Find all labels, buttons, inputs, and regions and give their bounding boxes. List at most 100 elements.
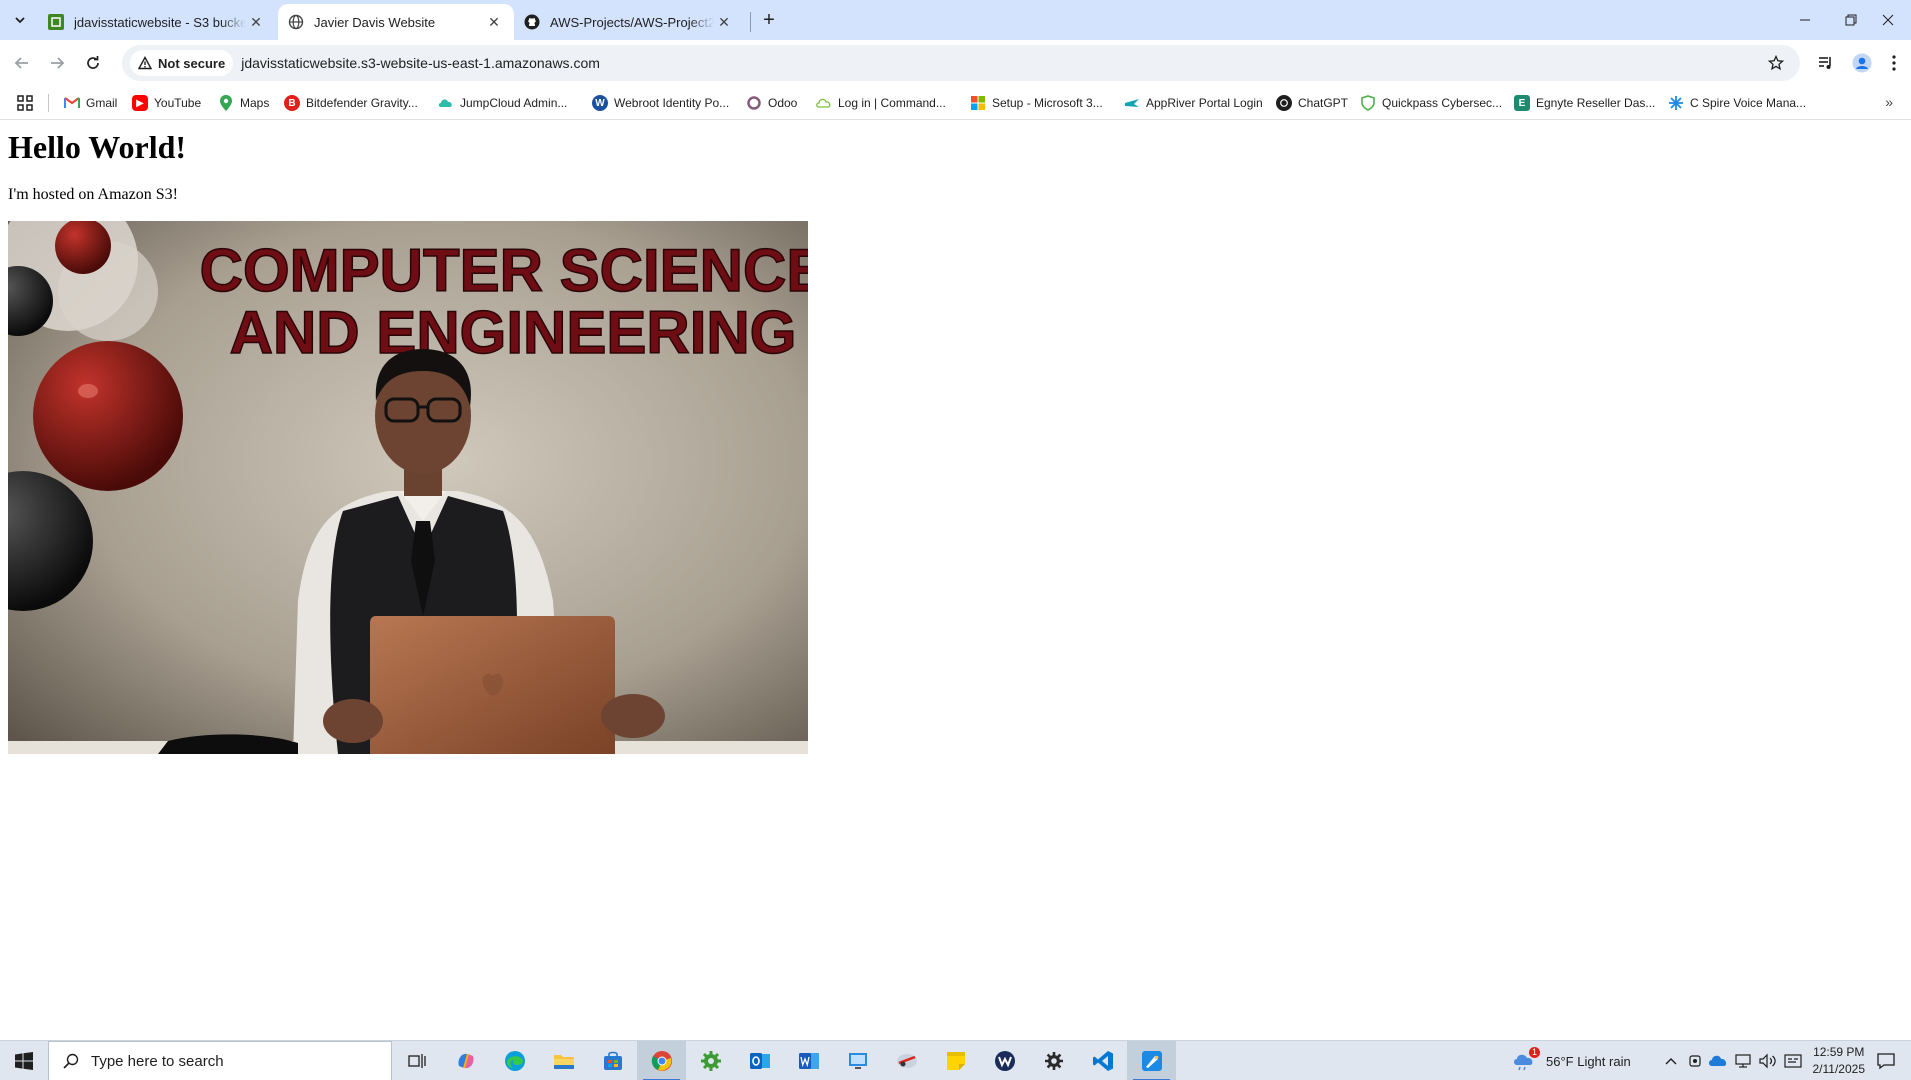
- tab-s3-bucket[interactable]: jdavisstaticwebsite - S3 bucket ✕: [38, 4, 276, 40]
- bookmark-egnyte[interactable]: E Egnyte Reseller Das...: [1514, 92, 1655, 114]
- notification-icon: [1877, 1053, 1895, 1070]
- taskbar-edge[interactable]: [490, 1041, 539, 1080]
- taskbar-remote-desktop[interactable]: [833, 1041, 882, 1080]
- taskbar-settings-gear[interactable]: [686, 1041, 735, 1080]
- meet-now-icon[interactable]: [1688, 1041, 1702, 1080]
- webex-icon: [994, 1051, 1015, 1071]
- security-chip[interactable]: Not secure: [130, 50, 234, 76]
- weather-text: 56°F Light rain: [1546, 1053, 1631, 1069]
- taskbar-snipping-tool[interactable]: [882, 1041, 931, 1080]
- system-clock[interactable]: 12:59 PM 2/11/2025: [1813, 1044, 1866, 1078]
- close-icon[interactable]: ✕: [484, 12, 504, 32]
- taskbar-word[interactable]: [784, 1041, 833, 1080]
- close-icon[interactable]: ✕: [246, 12, 266, 32]
- chrome-menu-button[interactable]: [1884, 49, 1904, 77]
- taskbar-webex[interactable]: [980, 1041, 1029, 1080]
- arrow-right-icon: [51, 57, 65, 69]
- bookmarks-separator: [48, 94, 49, 112]
- snipping-icon: [896, 1054, 917, 1068]
- portrait-photo: COMPUTER SCIENCE AND ENGINEERING: [8, 221, 808, 754]
- cloud-icon: [816, 95, 832, 111]
- playlist-icon: [1819, 57, 1831, 69]
- tab-github-project[interactable]: AWS-Projects/AWS-Project2-St ✕: [514, 4, 744, 40]
- taskbar-copilot[interactable]: [441, 1041, 490, 1080]
- bookmark-quickpass[interactable]: Quickpass Cybersec...: [1360, 92, 1502, 114]
- tab-javier-davis-website[interactable]: Javier Davis Website ✕: [278, 4, 514, 40]
- bookmark-cspire[interactable]: C Spire Voice Mana...: [1668, 92, 1806, 114]
- restore-icon: [1845, 14, 1857, 26]
- reload-icon: [87, 56, 99, 69]
- globe-icon: [288, 14, 304, 30]
- avatar-icon: [1852, 53, 1872, 73]
- bookmark-chatgpt[interactable]: ChatGPT: [1276, 92, 1348, 114]
- jumpcloud-icon: [438, 95, 454, 111]
- bookmark-appriver[interactable]: AppRiver Portal Login: [1124, 92, 1263, 114]
- clock-date: 2/11/2025: [1812, 1062, 1866, 1076]
- bookmark-label: Webroot Identity Po...: [614, 96, 730, 110]
- bookmark-jumpcloud[interactable]: JumpCloud Admin...: [438, 92, 567, 114]
- page-heading: Hello World!: [8, 129, 187, 165]
- chevron-up-icon: [1665, 1058, 1677, 1065]
- aws-s3-icon: [48, 14, 64, 30]
- webroot-icon: W: [592, 95, 608, 111]
- back-button[interactable]: [8, 49, 36, 77]
- chevron-double-right-icon[interactable]: »: [1885, 94, 1893, 110]
- url-text[interactable]: jdavisstaticwebsite.s3-website-us-east-1…: [241, 55, 600, 71]
- input-language-icon[interactable]: [1784, 1041, 1802, 1080]
- start-button[interactable]: [0, 1041, 48, 1080]
- onedrive-icon[interactable]: [1708, 1041, 1728, 1080]
- store-icon: [603, 1051, 622, 1070]
- bookmark-odoo[interactable]: Odoo: [746, 92, 797, 114]
- vscode-icon: [1092, 1051, 1113, 1071]
- taskbar-search-box[interactable]: Type here to search: [48, 1041, 392, 1080]
- taskbar-sticky-notes[interactable]: [931, 1041, 980, 1080]
- bookmark-maps[interactable]: Maps: [218, 92, 269, 114]
- bookmark-webroot[interactable]: W Webroot Identity Po...: [592, 92, 729, 114]
- taskbar-store[interactable]: [588, 1041, 637, 1080]
- apps-grid-icon[interactable]: [16, 94, 34, 112]
- bookmark-label: ChatGPT: [1298, 96, 1349, 110]
- media-controls-button[interactable]: [1812, 49, 1840, 77]
- notification-center-button[interactable]: [1876, 1041, 1896, 1080]
- clock-time: 12:59 PM: [1813, 1045, 1865, 1059]
- minimize-icon: [1800, 19, 1810, 21]
- taskbar-chrome[interactable]: [637, 1041, 686, 1080]
- volume-icon[interactable]: [1758, 1041, 1778, 1080]
- close-icon[interactable]: ✕: [714, 12, 734, 32]
- weather-widget[interactable]: 1 56°F Light rain: [1512, 1041, 1631, 1080]
- bookmark-gmail[interactable]: Gmail: [64, 92, 117, 114]
- bookmark-microsoft-setup[interactable]: Setup - Microsoft 3...: [970, 92, 1103, 114]
- word-icon: [798, 1053, 819, 1069]
- reload-button[interactable]: [79, 49, 107, 77]
- taskbar-vscode[interactable]: [1078, 1041, 1127, 1080]
- tab-search-button[interactable]: [7, 8, 33, 32]
- youtube-icon: ▶: [132, 95, 148, 111]
- new-tab-button[interactable]: +: [756, 8, 782, 32]
- profile-button[interactable]: [1848, 49, 1876, 77]
- more-vertical-icon: [1892, 55, 1896, 71]
- close-window-button[interactable]: [1865, 0, 1911, 40]
- bookmark-label: Quickpass Cybersec...: [1382, 96, 1503, 110]
- chevron-down-icon: [15, 17, 25, 24]
- taskbar-outlook[interactable]: [735, 1041, 784, 1080]
- web-page: Hello World! I'm hosted on Amazon S3! CO…: [0, 121, 1911, 1039]
- bookmark-command[interactable]: Log in | Command...: [816, 92, 946, 114]
- maps-icon: [218, 95, 234, 111]
- taskbar-file-explorer[interactable]: [539, 1041, 588, 1080]
- bookmark-youtube[interactable]: ▶ YouTube: [132, 92, 201, 114]
- taskbar-paint[interactable]: [1127, 1041, 1176, 1080]
- task-view-button[interactable]: [392, 1041, 441, 1080]
- bookmark-star-button[interactable]: [1766, 53, 1786, 73]
- network-icon[interactable]: [1734, 1041, 1752, 1080]
- minimize-button[interactable]: [1782, 0, 1828, 40]
- forward-button[interactable]: [43, 49, 71, 77]
- taskbar-settings[interactable]: [1029, 1041, 1078, 1080]
- address-bar[interactable]: Not secure jdavisstaticwebsite.s3-websit…: [122, 45, 1800, 81]
- show-hidden-icons-button[interactable]: [1664, 1041, 1678, 1080]
- bookmark-bitdefender[interactable]: B Bitdefender Gravity...: [284, 92, 418, 114]
- remote-desktop-icon: [848, 1053, 867, 1069]
- settings-gear-icon: [1044, 1052, 1063, 1070]
- bookmark-label: Odoo: [768, 96, 798, 110]
- photo-sign-line1: COMPUTER SCIENCE: [200, 237, 808, 304]
- chatgpt-icon: [1276, 95, 1292, 111]
